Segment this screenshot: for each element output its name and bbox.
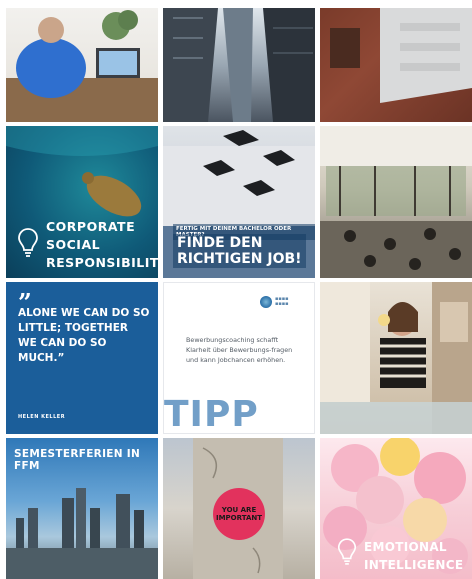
csr-line-2: SOCIAL [46, 237, 101, 252]
csr-line-1: CORPORATE [46, 219, 136, 234]
tipp-body-text: Bewerbungscoaching schafft Klarheit über… [186, 336, 293, 364]
logo-mark [260, 296, 272, 308]
logo-icon: ▪▪▪▪ ▪▪▪▪ [260, 295, 300, 309]
job-title-line-2: RICHTIGEN JOB! [177, 251, 302, 267]
post-semesterferien-ffm[interactable]: SEMESTERFERIEN IN FFM [6, 438, 158, 579]
job-title-line-1: FINDE DEN [177, 235, 263, 251]
brick-scene [330, 8, 472, 103]
photo-woman-ice-cream[interactable] [320, 282, 472, 434]
post-finde-den-richtigen-job[interactable]: FERTIG MIT DEINEM BACHELOR ODER MASTER? … [163, 126, 315, 278]
post-corporate-social-responsibility[interactable]: CORPORATE SOCIAL RESPONSIBILITY [6, 126, 158, 278]
sticker: YOU ARE IMPORTANT [213, 488, 265, 540]
tipp-heading: TIPP [164, 394, 259, 434]
photo-skyscrapers[interactable] [163, 8, 315, 122]
sticker-text: YOU ARE IMPORTANT [215, 506, 262, 522]
instagram-grid: CORPORATE SOCIAL RESPONSIBILITY FERTIG M… [0, 0, 472, 579]
towers-scene [163, 8, 315, 122]
quote-author: HELEN KELLER [18, 414, 66, 420]
photo-you-are-important-sticker[interactable]: YOU ARE IMPORTANT [163, 438, 315, 579]
post-helen-keller-quote[interactable]: ” ALONE WE CAN DO SO LITTLE; TOGETHER WE… [6, 282, 158, 434]
job-title: FINDE DEN RICHTIGEN JOB! [173, 234, 306, 268]
quote-text: ALONE WE CAN DO SO LITTLE; TOGETHER WE C… [18, 307, 150, 364]
photo-cafeteria[interactable] [320, 126, 472, 278]
bulb-icon [337, 538, 357, 565]
icecream-scene [320, 282, 472, 434]
photo-laptop-person[interactable] [6, 8, 158, 122]
cafe-scene [320, 126, 472, 278]
post-emotional-intelligence[interactable]: EMOTIONAL INTELLIGENCE [320, 438, 472, 579]
post-tipp-bewerbungscoaching[interactable]: ▪▪▪▪ ▪▪▪▪ Bewerbungscoaching schafft Klar… [163, 282, 315, 434]
emotional-line-1: EMOTIONAL [364, 540, 447, 554]
laptop-scene [6, 10, 158, 122]
emotional-intelligence-title: EMOTIONAL INTELLIGENCE [364, 538, 463, 574]
csr-line-3: RESPONSIBILITY [46, 255, 158, 270]
bulb-icon [18, 228, 38, 257]
photo-brick-building[interactable] [320, 8, 472, 122]
emotional-line-2: INTELLIGENCE [364, 558, 464, 572]
ffm-title: SEMESTERFERIEN IN FFM [14, 448, 141, 472]
csr-title: CORPORATE SOCIAL RESPONSIBILITY [46, 218, 158, 272]
logo-wordmark: ▪▪▪▪ ▪▪▪▪ [275, 296, 289, 307]
